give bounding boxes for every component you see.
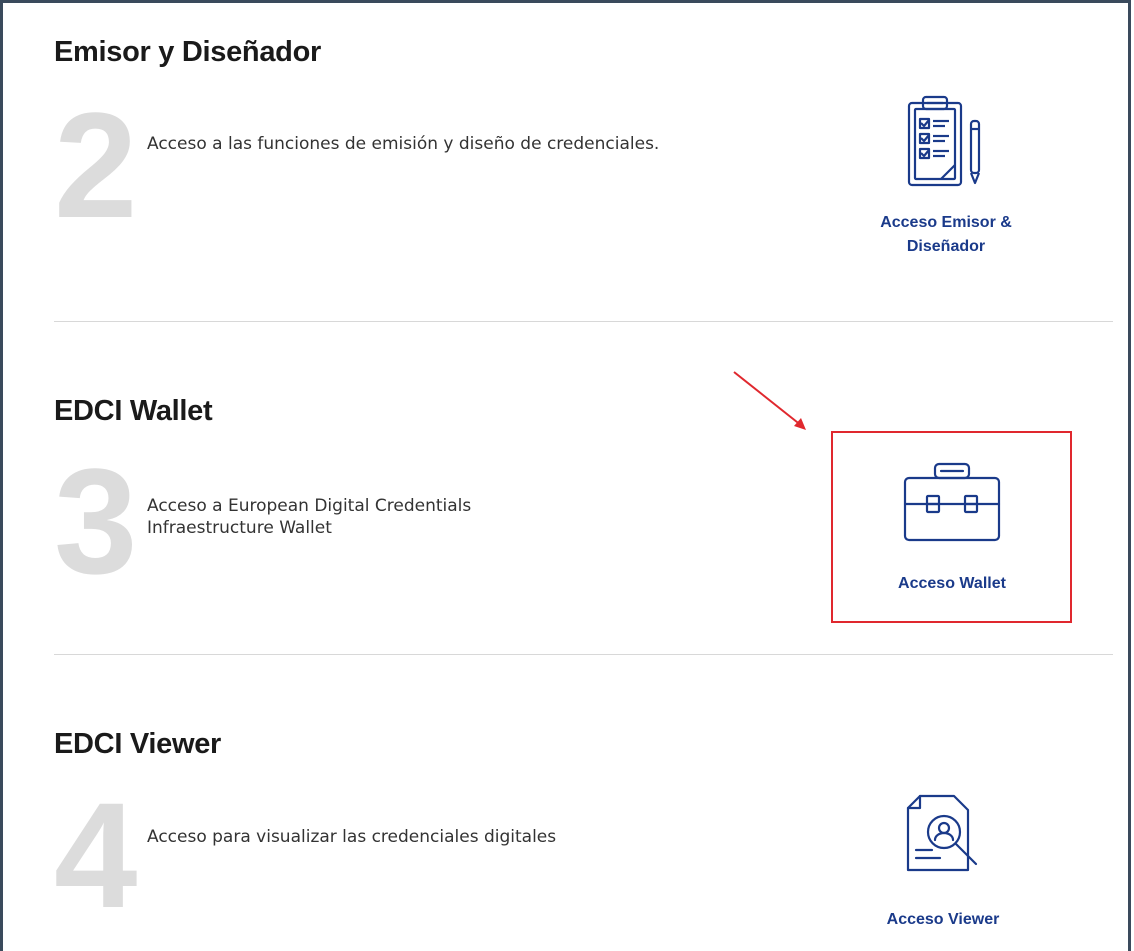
card-label: Acceso Viewer — [886, 911, 1000, 928]
section-description: Acceso para visualizar las credenciales … — [147, 826, 667, 848]
section-title: EDCI Wallet — [54, 395, 213, 427]
section-title: Emisor y Diseñador — [54, 36, 321, 68]
acceso-viewer-button[interactable]: Acceso Viewer — [823, 792, 1063, 932]
description-line2: Infraestructure Wallet — [147, 518, 332, 538]
document-search-icon — [906, 794, 978, 872]
card-label: Acceso Emisor & Diseñador — [826, 211, 1066, 259]
section-divider — [54, 654, 1113, 655]
red-arrow-icon — [733, 371, 806, 430]
step-number: 3 — [54, 437, 138, 605]
section-divider — [54, 321, 1113, 322]
acceso-emisor-disenador-button[interactable]: Acceso Emisor & Diseñador — [826, 95, 1066, 259]
description-text: Acceso para visualizar las credenciales … — [147, 827, 557, 847]
step-number: 4 — [54, 771, 138, 939]
card-label-line2: Diseñador — [906, 238, 986, 255]
card-label-line1: Acceso Emisor & — [880, 214, 1012, 231]
clipboard-checklist-icon — [907, 95, 981, 187]
section-description: Acceso a European Digital Credentials In… — [147, 495, 667, 539]
section-description: Acceso a las funciones de emisión y dise… — [147, 133, 667, 155]
description-text: Acceso a las funciones de emisión y dise… — [147, 134, 660, 154]
step-number: 2 — [54, 81, 138, 249]
section-title: EDCI Viewer — [54, 728, 222, 760]
highlight-box — [831, 431, 1072, 623]
description-line1: Acceso a European Digital Credentials — [147, 496, 472, 516]
